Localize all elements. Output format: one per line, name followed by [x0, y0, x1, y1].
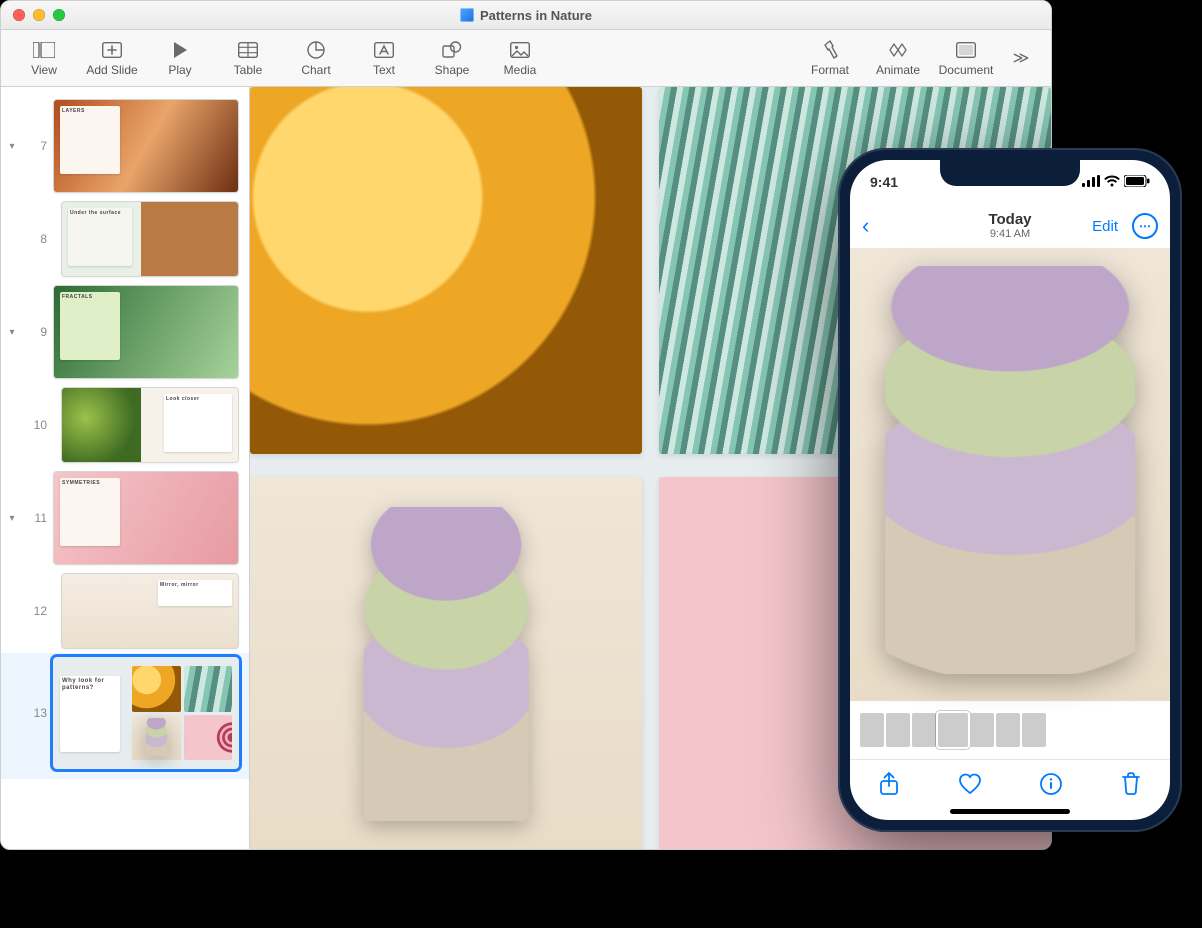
- play-label: Play: [168, 63, 191, 77]
- slide-title: Under the surface: [70, 210, 130, 216]
- filmstrip-thumb[interactable]: [886, 713, 910, 747]
- chevron-double-right-icon: ≫: [1013, 47, 1030, 69]
- slide-title: FRACTALS: [62, 294, 118, 300]
- battery-icon: [1124, 175, 1150, 190]
- share-icon[interactable]: [879, 772, 899, 802]
- text-button[interactable]: Text: [351, 30, 417, 86]
- info-icon[interactable]: [1040, 773, 1062, 801]
- filmstrip-thumb[interactable]: [912, 713, 936, 747]
- slide-thumbnail-10[interactable]: 10 Look closer: [1, 383, 249, 467]
- slide-thumbnail-7[interactable]: ▾ 7 LAYERS: [1, 95, 249, 197]
- slide-number: 8: [25, 232, 47, 246]
- toolbar-overflow-button[interactable]: ≫: [1001, 30, 1041, 86]
- wifi-icon: [1104, 175, 1120, 190]
- slide-title: Mirror, mirror: [160, 582, 230, 588]
- add-slide-label: Add Slide: [86, 63, 137, 77]
- slide-number: 13: [25, 706, 47, 720]
- slide-number: 11: [25, 511, 47, 525]
- slide-navigator[interactable]: ▾ 7 LAYERS 8 Under the surface: [1, 87, 250, 850]
- format-button[interactable]: Format: [797, 30, 863, 86]
- slide-thumbnail-11[interactable]: ▾ 11 SYMMETRIES: [1, 467, 249, 569]
- slide-number: 7: [25, 139, 47, 153]
- animate-icon: [887, 39, 909, 61]
- disclosure-icon[interactable]: ▾: [5, 325, 19, 339]
- view-icon: [33, 39, 55, 61]
- filmstrip-thumb[interactable]: [860, 713, 884, 747]
- filmstrip[interactable]: [850, 701, 1170, 759]
- slide-thumbnail-12[interactable]: 12 Mirror, mirror: [1, 569, 249, 653]
- image-honeycomb[interactable]: [250, 87, 642, 454]
- animate-label: Animate: [876, 63, 920, 77]
- table-icon: [238, 39, 258, 61]
- document-label: Document: [939, 63, 994, 77]
- filmstrip-thumb-selected[interactable]: [938, 713, 968, 747]
- format-icon: [821, 39, 839, 61]
- slide-thumbnail-13[interactable]: 13 Why look for patterns?: [1, 653, 249, 779]
- window-title-text: Patterns in Nature: [480, 8, 592, 23]
- chart-label: Chart: [301, 63, 330, 77]
- slide-title: Why look for patterns?: [62, 678, 118, 692]
- slide-number: 12: [25, 604, 47, 618]
- titlebar: Patterns in Nature: [1, 1, 1051, 30]
- slide-number: 9: [25, 325, 47, 339]
- disclosure-icon[interactable]: ▾: [5, 511, 19, 525]
- text-icon: [374, 39, 394, 61]
- filmstrip-thumb[interactable]: [970, 713, 994, 747]
- zoom-window-button[interactable]: [53, 9, 65, 21]
- slide-title: LAYERS: [62, 108, 118, 114]
- heart-icon[interactable]: [958, 773, 982, 801]
- media-button[interactable]: Media: [487, 30, 553, 86]
- chart-icon: [307, 39, 325, 61]
- table-button[interactable]: Table: [215, 30, 281, 86]
- navbar-title: Today 9:41 AM: [850, 212, 1170, 241]
- add-slide-button[interactable]: Add Slide: [79, 30, 145, 86]
- view-label: View: [31, 63, 57, 77]
- close-window-button[interactable]: [13, 9, 25, 21]
- slide-title: Look closer: [166, 396, 230, 402]
- minimize-window-button[interactable]: [33, 9, 45, 21]
- play-icon: [172, 39, 188, 61]
- slide-thumbnail-8[interactable]: 8 Under the surface: [1, 197, 249, 281]
- format-label: Format: [811, 63, 849, 77]
- iphone-screen: 9:41 ‹ Today 9:41 AM Edit ⋯: [850, 160, 1170, 820]
- document-slide-icon: [956, 39, 976, 61]
- table-label: Table: [234, 63, 263, 77]
- media-icon: [510, 39, 530, 61]
- document-button[interactable]: Document: [933, 30, 999, 86]
- shape-label: Shape: [435, 63, 470, 77]
- iphone-notch: [940, 160, 1080, 186]
- view-button[interactable]: View: [11, 30, 77, 86]
- toolbar: View Add Slide Play Table Chart: [1, 30, 1051, 87]
- slide-title: SYMMETRIES: [62, 480, 118, 486]
- media-label: Media: [504, 63, 537, 77]
- shape-button[interactable]: Shape: [419, 30, 485, 86]
- navbar-title-main: Today: [850, 212, 1170, 229]
- shape-icon: [442, 39, 462, 61]
- chart-button[interactable]: Chart: [283, 30, 349, 86]
- window-controls: [1, 9, 65, 21]
- photo-viewer[interactable]: [850, 248, 1170, 701]
- filmstrip-thumb[interactable]: [996, 713, 1020, 747]
- trash-icon[interactable]: [1121, 772, 1141, 802]
- slide-thumbnail-9[interactable]: ▾ 9 FRACTALS: [1, 281, 249, 383]
- play-button[interactable]: Play: [147, 30, 213, 86]
- plus-icon: [102, 39, 122, 61]
- slide-number: 10: [25, 418, 47, 432]
- navbar-title-sub: 9:41 AM: [850, 228, 1170, 240]
- document-icon: [460, 8, 474, 22]
- animate-button[interactable]: Animate: [865, 30, 931, 86]
- image-sea-urchins[interactable]: [250, 477, 642, 850]
- iphone-device: 9:41 ‹ Today 9:41 AM Edit ⋯: [838, 148, 1182, 832]
- window-title: Patterns in Nature: [1, 1, 1051, 29]
- filmstrip-thumb[interactable]: [1022, 713, 1046, 747]
- disclosure-icon[interactable]: ▾: [5, 139, 19, 153]
- cellular-icon: [1082, 175, 1100, 190]
- photos-navbar: ‹ Today 9:41 AM Edit ⋯: [850, 204, 1170, 248]
- text-label: Text: [373, 63, 395, 77]
- home-indicator[interactable]: [950, 809, 1070, 814]
- status-time: 9:41: [870, 174, 898, 190]
